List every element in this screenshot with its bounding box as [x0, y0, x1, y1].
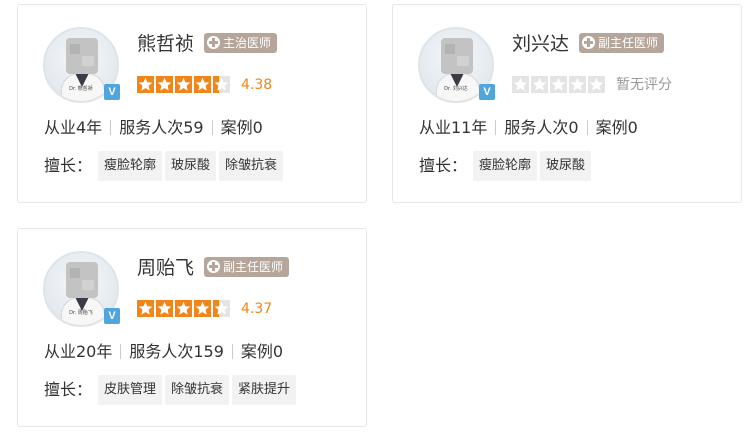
divider [495, 120, 497, 135]
doctor-list: Dr. 熊哲祯 V 熊哲祯 主治医师 4.38 从业4年 服务人次59 案例0 擅长… [0, 0, 744, 432]
specialty-tag[interactable]: 除皱抗衰 [165, 375, 230, 405]
years-of-practice: 从业11年 [419, 118, 488, 137]
star-icon [156, 300, 173, 317]
divider [211, 120, 213, 135]
doctor-name[interactable]: 熊哲祯 [137, 32, 194, 56]
rating-score: 暂无评分 [616, 77, 672, 93]
verified-v-icon: V [104, 84, 120, 100]
avatar-caption: Dr. 周贻飞 [69, 310, 93, 316]
plus-circle-icon [207, 260, 220, 273]
years-of-practice: 从业20年 [44, 342, 113, 361]
star-icon [550, 76, 567, 93]
service-count: 服务人次0 [504, 118, 579, 137]
star-icon [194, 76, 211, 93]
star-icon [588, 76, 605, 93]
doctor-title-badge: 主治医师 [204, 33, 278, 53]
star-icon [512, 76, 529, 93]
doctor-card[interactable]: Dr. 熊哲祯 V 熊哲祯 主治医师 4.38 从业4年 服务人次59 案例0 擅长… [17, 4, 367, 203]
star-icon [156, 76, 173, 93]
doctor-title: 主治医师 [223, 36, 272, 50]
specialty-tag[interactable]: 皮肤管理 [98, 375, 163, 405]
star-icon [175, 300, 192, 317]
doctor-title: 副主任医师 [598, 36, 659, 50]
specialty-label: 擅长： [44, 380, 93, 399]
doctor-card[interactable]: Dr. 周贻飞 V 周贻飞 副主任医师 4.37 从业20年 服务人次159 案例0… [17, 228, 367, 427]
service-count: 服务人次159 [129, 342, 224, 361]
divider [120, 344, 122, 359]
avatar-caption: Dr. 刘兴达 [444, 86, 468, 92]
rating-stars [137, 76, 232, 93]
star-icon [137, 76, 154, 93]
doctor-title: 副主任医师 [223, 260, 284, 274]
star-icon [175, 76, 192, 93]
rating-stars [512, 76, 607, 93]
star-icon [137, 300, 154, 317]
plus-circle-icon [207, 36, 220, 49]
specialty-tag[interactable]: 瘦脸轮廓 [98, 151, 163, 181]
rating-score: 4.37 [241, 301, 273, 317]
doctor-card[interactable]: Dr. 刘兴达 V 刘兴达 副主任医师 暂无评分 从业11年 服务人次0 案例0 擅… [392, 4, 742, 203]
avatar-caption: Dr. 熊哲祯 [69, 86, 93, 92]
doctor-stats: 从业11年 服务人次0 案例0 [419, 117, 638, 139]
doctor-title-badge: 副主任医师 [579, 33, 665, 53]
rating-stars [137, 300, 232, 317]
divider [231, 344, 233, 359]
specialty-row: 擅长： 瘦脸轮廓 玻尿酸 除皱抗衰 [44, 151, 286, 181]
years-of-practice: 从业4年 [44, 118, 103, 137]
avatar-face-blurred [441, 38, 473, 74]
doctor-stats: 从业20年 服务人次159 案例0 [44, 341, 283, 363]
rating-score: 4.38 [241, 77, 273, 93]
case-count: 案例0 [595, 118, 638, 137]
star-icon [213, 76, 230, 93]
star-icon [194, 300, 211, 317]
doctor-name[interactable]: 周贻飞 [137, 256, 194, 280]
specialty-label: 擅长： [419, 156, 468, 175]
avatar-face-blurred [66, 262, 98, 298]
case-count: 案例0 [220, 118, 263, 137]
specialty-tag[interactable]: 瘦脸轮廓 [473, 151, 538, 181]
divider [110, 120, 112, 135]
specialty-row: 擅长： 皮肤管理 除皱抗衰 紧肤提升 [44, 375, 299, 405]
doctor-name[interactable]: 刘兴达 [512, 32, 569, 56]
divider [586, 120, 588, 135]
doctor-title-badge: 副主任医师 [204, 257, 290, 277]
specialty-tag[interactable]: 玻尿酸 [540, 151, 592, 181]
doctor-stats: 从业4年 服务人次59 案例0 [44, 117, 263, 139]
specialty-row: 擅长： 瘦脸轮廓 玻尿酸 [419, 151, 594, 181]
specialty-tag[interactable]: 紧肤提升 [232, 375, 297, 405]
plus-circle-icon [582, 36, 595, 49]
star-icon [569, 76, 586, 93]
specialty-label: 擅长： [44, 156, 93, 175]
specialty-tag[interactable]: 除皱抗衰 [219, 151, 284, 181]
verified-v-icon: V [104, 308, 120, 324]
verified-v-icon: V [479, 84, 495, 100]
service-count: 服务人次59 [119, 118, 204, 137]
case-count: 案例0 [240, 342, 284, 361]
star-icon [213, 300, 230, 317]
avatar-face-blurred [66, 38, 98, 74]
specialty-tag[interactable]: 玻尿酸 [165, 151, 217, 181]
star-icon [531, 76, 548, 93]
